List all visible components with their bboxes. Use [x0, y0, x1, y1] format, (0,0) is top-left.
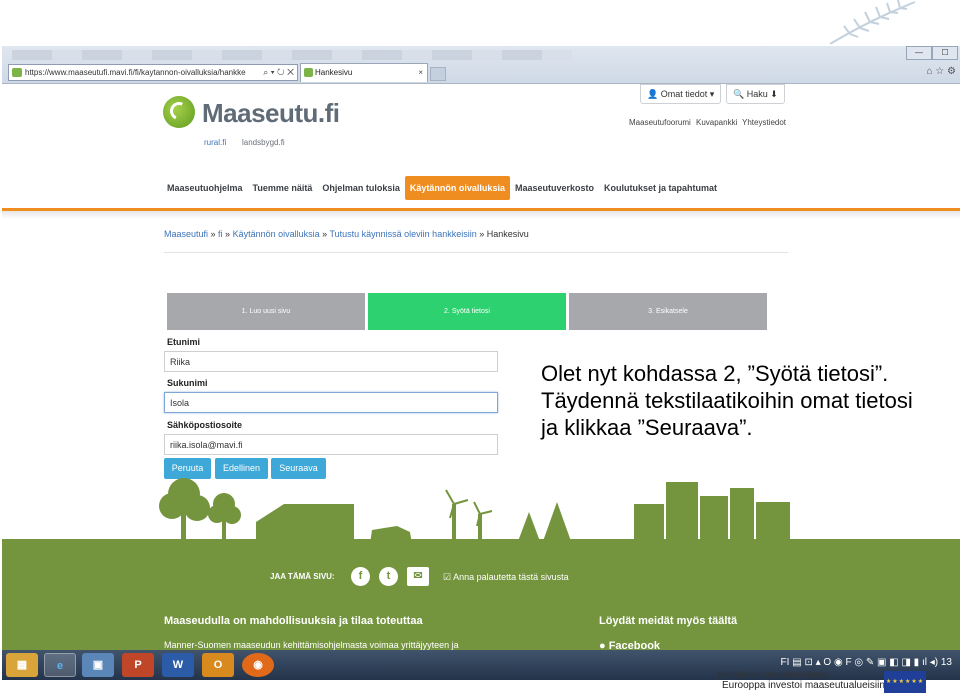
nav-item-tuloksia[interactable]: Ohjelman tuloksia	[317, 176, 405, 200]
twitter-share-icon[interactable]: t	[379, 567, 398, 586]
breadcrumb-divider	[164, 252, 788, 253]
eu-notice-line-2: Eurooppa investoi maaseutualueisiin.	[722, 680, 888, 691]
wizard-steps: 1. Luo uusi sivu 2. Syötä tietosi 3. Esi…	[167, 293, 767, 330]
last-name-input[interactable]	[164, 392, 498, 413]
my-info-button[interactable]: 👤 Omat tiedot ▾	[640, 84, 722, 104]
address-bar[interactable]: https://www.maaseutufi.mavi.fi/fi/kaytan…	[8, 64, 298, 81]
first-name-input[interactable]	[164, 351, 498, 372]
new-tab-button[interactable]	[430, 67, 446, 81]
footer-text-left: Manner-Suomen maaseudun kehittämisohjelm…	[164, 640, 459, 650]
site-favicon-icon	[12, 68, 22, 77]
fern-decoration-icon	[829, 0, 916, 44]
wizard-step-2[interactable]: 2. Syötä tietosi	[368, 293, 566, 330]
file-explorer-icon[interactable]: ▦	[6, 653, 38, 677]
maximize-button[interactable]: ☐	[932, 46, 958, 60]
eu-flag-icon: ★★★★★★	[884, 671, 926, 693]
browser-right-icons[interactable]: ⌂ ☆ ⚙	[926, 66, 956, 77]
word-icon[interactable]: W	[162, 653, 194, 677]
tab-close-icon[interactable]: ×	[418, 64, 423, 81]
breadcrumb-sep: »	[319, 229, 330, 239]
email-share-icon[interactable]: ✉	[407, 567, 429, 586]
address-url: https://www.maaseutufi.mavi.fi/fi/kaytan…	[25, 68, 246, 77]
address-controls[interactable]: ⌕ ▾ ↻ ✕	[260, 65, 294, 80]
facebook-share-icon[interactable]: f	[351, 567, 370, 586]
firefox-icon[interactable]: ◉	[242, 653, 274, 677]
tab-favicon-icon	[304, 68, 313, 77]
last-name-label: Sukunimi	[167, 378, 208, 388]
top-link-kuvapankki[interactable]: Kuvapankki	[696, 118, 737, 127]
eu-notice-line-1: kehittämisen maatalousrahasto:	[718, 670, 831, 679]
first-name-label: Etunimi	[167, 337, 200, 347]
internet-explorer-icon[interactable]: e	[44, 653, 76, 677]
app-icon[interactable]: ▣	[82, 653, 114, 677]
nav-item-verkosto[interactable]: Maaseutuverkosto	[510, 176, 599, 200]
breadcrumb: Maaseutufi » fi » Käytännön oivalluksia …	[164, 229, 529, 239]
nav-item-oivalluksia[interactable]: Käytännön oivalluksia	[404, 176, 510, 200]
nav-item-maaseutuohjelma[interactable]: Maaseutuohjelma	[162, 176, 248, 200]
browser-toolbar: https://www.maaseutufi.mavi.fi/fi/kaytan…	[2, 46, 960, 84]
site-footer: JAA TÄMÄ SIVU: f t ✉ ☑ Anna palautetta t…	[2, 541, 960, 661]
footer-heading-left: Maaseudulla on mahdollisuuksia ja tilaa …	[164, 615, 423, 627]
instruction-text: Olet nyt kohdassa 2, ”Syötä tietosi”. Tä…	[541, 361, 913, 440]
outlook-icon[interactable]: O	[202, 653, 234, 677]
powerpoint-icon[interactable]: P	[122, 653, 154, 677]
countryside-silhouette-illustration	[2, 478, 960, 544]
email-label: Sähköpostiosoite	[167, 420, 243, 430]
blurred-menu-bar	[12, 50, 572, 60]
top-link-yhteystiedot[interactable]: Yhteystiedot	[742, 118, 786, 127]
slide-header-area	[0, 0, 960, 46]
nav-item-koulutukset[interactable]: Koulutukset ja tapahtumat	[599, 176, 722, 200]
wizard-step-3[interactable]: 3. Esikatsele	[569, 293, 767, 330]
site-logo-text[interactable]: Maaseutu.fi	[202, 98, 340, 129]
header-shadow	[2, 211, 960, 219]
breadcrumb-sep: »	[208, 229, 219, 239]
breadcrumb-sep: »	[222, 229, 233, 239]
lang-link-rural[interactable]: rural.fi	[204, 138, 226, 147]
system-tray[interactable]: FI ▤ ⊡ ▴ O ◉ F ◎ ✎ ▣ ◧ ◨ ▮ ıl ◂) 13	[781, 657, 952, 668]
breadcrumb-link-oivalluksia[interactable]: Käytännön oivalluksia	[233, 229, 320, 239]
share-label: JAA TÄMÄ SIVU:	[270, 572, 335, 581]
feedback-link[interactable]: ☑ Anna palautetta tästä sivusta	[443, 572, 569, 583]
top-link-foorumi[interactable]: Maaseutufoorumi	[629, 118, 691, 127]
tab-title: Hankesivu	[315, 68, 353, 77]
lang-link-landsbygd[interactable]: landsbygd.fi	[242, 138, 285, 147]
browser-tab[interactable]: Hankesivu ×	[300, 63, 428, 82]
search-button[interactable]: 🔍 Haku ⬇	[726, 84, 785, 104]
wizard-step-1[interactable]: 1. Luo uusi sivu	[167, 293, 365, 330]
breadcrumb-link-maaseutufi[interactable]: Maaseutufi	[164, 229, 208, 239]
breadcrumb-sep: »	[476, 229, 487, 239]
minimize-button[interactable]: —	[906, 46, 932, 60]
footer-heading-right: Löydät meidät myös täältä	[599, 615, 738, 627]
main-nav: Maaseutuohjelma Tuemme näitä Ohjelman tu…	[162, 176, 722, 200]
breadcrumb-current: Hankesivu	[486, 229, 529, 239]
breadcrumb-link-hankkeet[interactable]: Tutustu käynnissä oleviin hankkeisiin	[329, 229, 476, 239]
email-input[interactable]	[164, 434, 498, 455]
eu-stars-icon: ★★★★★★	[885, 679, 925, 685]
nav-item-tuemme[interactable]: Tuemme näitä	[248, 176, 318, 200]
